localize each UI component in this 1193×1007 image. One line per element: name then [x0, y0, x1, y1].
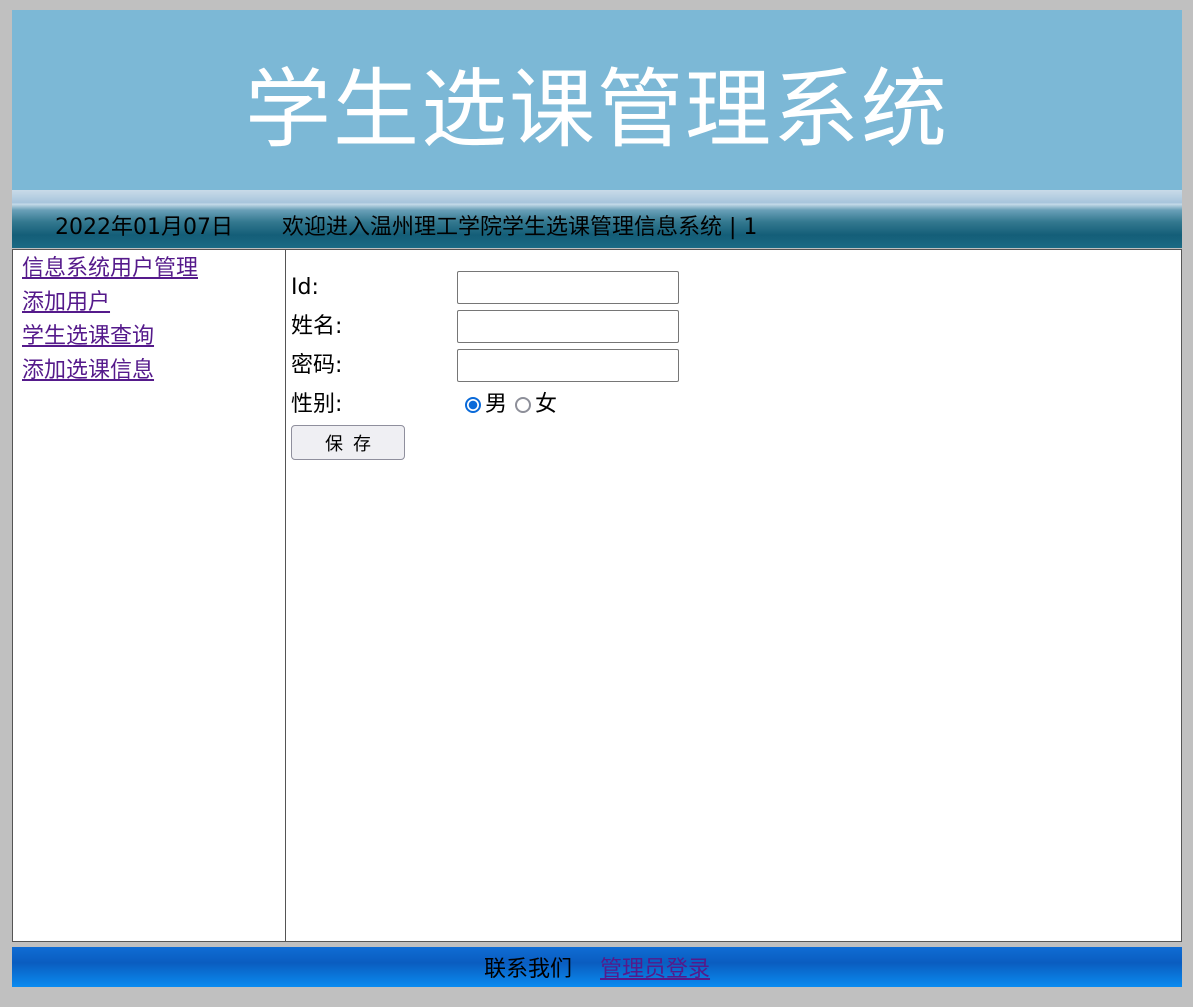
user-form: Id: 姓名: 密码: 性别: 男 女 保存	[287, 250, 1180, 941]
sidebar-item-add-course[interactable]: 添加选课信息	[22, 354, 285, 388]
app-title: 学生选课管理系统	[245, 59, 949, 160]
admin-login-link[interactable]: 管理员登录	[600, 951, 710, 983]
sidebar-item-user-management[interactable]: 信息系统用户管理	[22, 252, 285, 286]
contact-us-text: 联系我们	[483, 957, 572, 982]
id-label: Id:	[291, 275, 319, 300]
footer: 联系我们 管理员登录	[12, 947, 1182, 987]
info-bar: 2022年01月07日 欢迎进入温州理工学院学生选课管理信息系统 | 1	[12, 190, 1182, 248]
gender-label: 性别:	[291, 392, 343, 417]
password-label: 密码:	[291, 353, 343, 378]
sidebar-item-course-query[interactable]: 学生选课查询	[22, 320, 285, 354]
sidebar-item-add-user[interactable]: 添加用户	[22, 286, 285, 320]
current-date: 2022年01月07日	[55, 215, 233, 240]
gender-male-radio[interactable]	[465, 397, 481, 413]
sidebar: 信息系统用户管理 添加用户 学生选课查询 添加选课信息	[13, 250, 286, 941]
save-button[interactable]: 保存	[291, 425, 405, 460]
password-input[interactable]	[457, 349, 679, 382]
gender-radio-group: 男 女	[465, 390, 557, 420]
header-banner: 学生选课管理系统	[12, 10, 1182, 190]
main-area: 信息系统用户管理 添加用户 学生选课查询 添加选课信息 Id: 姓名: 密码: …	[12, 249, 1182, 942]
gender-female-radio[interactable]	[515, 397, 532, 413]
gender-female-label[interactable]: 女	[535, 390, 557, 420]
gender-male-label[interactable]: 男	[485, 390, 507, 420]
name-input[interactable]	[457, 310, 679, 343]
name-label: 姓名:	[291, 314, 343, 339]
welcome-message: 欢迎进入温州理工学院学生选课管理信息系统 | 1	[282, 215, 758, 240]
id-input[interactable]	[457, 271, 679, 304]
